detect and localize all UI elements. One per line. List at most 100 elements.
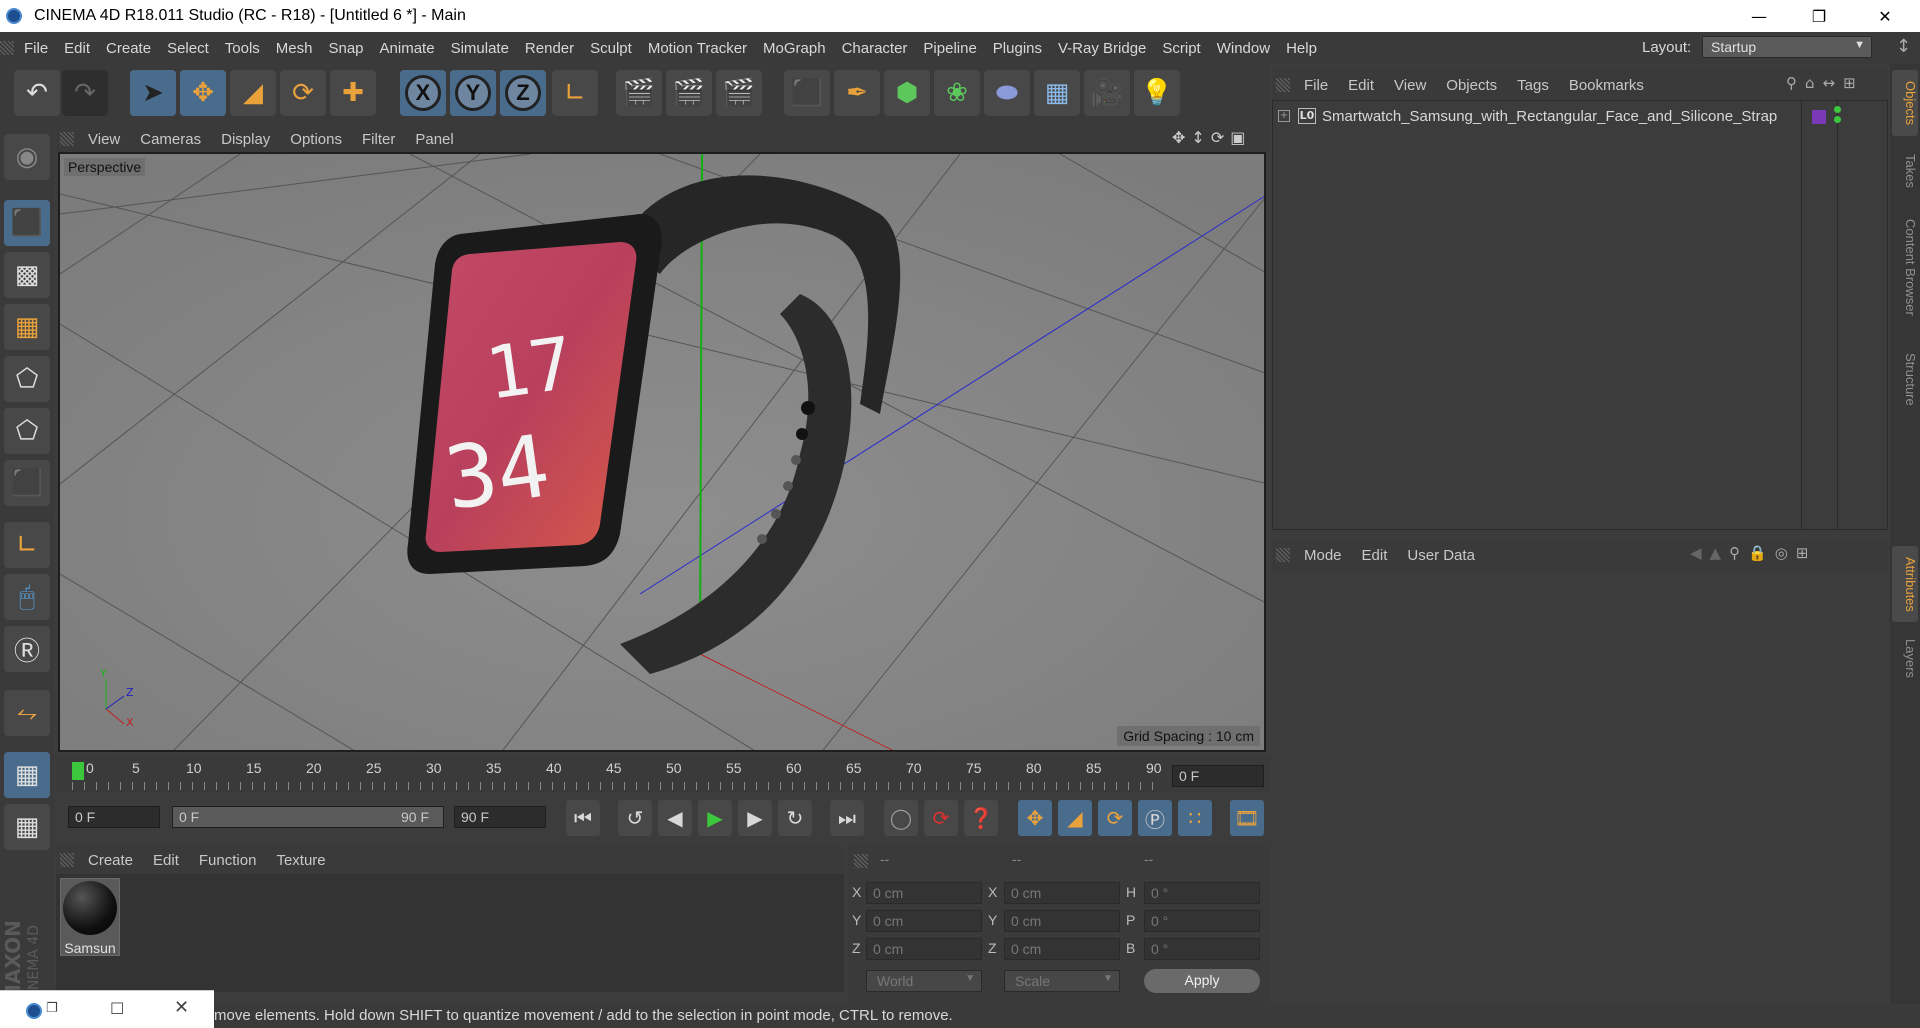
scale-tool-button[interactable]: ◢: [230, 70, 276, 116]
position-z-field[interactable]: 0 cm: [866, 938, 982, 960]
restore-window-icon[interactable]: ❐: [46, 1001, 58, 1016]
new-panel-icon[interactable]: ⊞: [1843, 74, 1864, 92]
menu-tools[interactable]: Tools: [217, 40, 268, 57]
menu-edit[interactable]: Edit: [56, 40, 98, 57]
coordinate-mode-dropdown[interactable]: Scale ▼: [1004, 970, 1120, 992]
size-x-field[interactable]: 0 cm: [1004, 882, 1120, 904]
menu-help[interactable]: Help: [1278, 40, 1325, 57]
go-to-start-button[interactable]: ⏮: [566, 800, 600, 836]
floor-button[interactable]: ▦: [1034, 70, 1080, 116]
solo-button[interactable]: Ⓡ: [4, 626, 50, 672]
go-to-end-button[interactable]: ⏭: [830, 800, 864, 836]
position-x-field[interactable]: 0 cm: [866, 882, 982, 904]
om-menu-objects[interactable]: Objects: [1436, 77, 1507, 94]
playhead-marker[interactable]: [72, 762, 84, 780]
viewport-menu-view[interactable]: View: [78, 131, 130, 148]
menu-create[interactable]: Create: [98, 40, 159, 57]
undo-button[interactable]: ↶: [14, 70, 60, 116]
new-panel-icon[interactable]: ⊞: [1796, 544, 1817, 562]
selection-tool-button[interactable]: ➤: [130, 70, 176, 116]
minimize-button[interactable]: —: [1736, 0, 1782, 32]
x-axis-lock-button[interactable]: X: [400, 70, 446, 116]
menu-simulate[interactable]: Simulate: [443, 40, 517, 57]
record-point-level-button[interactable]: ∷: [1178, 800, 1212, 836]
material-menu-function[interactable]: Function: [189, 852, 267, 869]
start-frame-field[interactable]: 0 F: [68, 806, 160, 828]
lock-icon[interactable]: 🔒: [1748, 544, 1775, 562]
search-icon[interactable]: ⚲: [1729, 544, 1748, 562]
pen-spline-button[interactable]: ✒: [834, 70, 880, 116]
transform-tool-button[interactable]: ✚: [330, 70, 376, 116]
menu-motion-tracker[interactable]: Motion Tracker: [640, 40, 755, 57]
current-frame-field[interactable]: 0 F: [1172, 765, 1264, 787]
subdivision-surface-button[interactable]: ⬢: [884, 70, 930, 116]
position-y-field[interactable]: 0 cm: [866, 910, 982, 932]
menu-file[interactable]: File: [16, 40, 56, 57]
record-scale-button[interactable]: ◢: [1058, 800, 1092, 836]
viewport-menu-cameras[interactable]: Cameras: [130, 131, 211, 148]
z-axis-lock-button[interactable]: Z: [500, 70, 546, 116]
redo-button[interactable]: ↷: [62, 70, 108, 116]
size-y-field[interactable]: 0 cm: [1004, 910, 1120, 932]
menu-snap[interactable]: Snap: [320, 40, 371, 57]
layer-color-swatch[interactable]: [1812, 110, 1826, 124]
menu-animate[interactable]: Animate: [372, 40, 443, 57]
next-frame-button[interactable]: ▶: [738, 800, 772, 836]
restore-button[interactable]: ❐: [1796, 0, 1842, 32]
deformer-button[interactable]: ⬬: [984, 70, 1030, 116]
back-arrow-icon[interactable]: ◀: [1690, 544, 1710, 562]
model-mode-button[interactable]: ⬛: [4, 200, 50, 246]
object-name[interactable]: Smartwatch_Samsung_with_Rectangular_Face…: [1322, 108, 1777, 125]
coordinate-space-dropdown[interactable]: World ▼: [866, 970, 982, 992]
layout-options-icon[interactable]: ↕: [1896, 36, 1916, 60]
up-arrow-icon[interactable]: ▲: [1710, 544, 1730, 562]
texture-mode-button[interactable]: ▩: [4, 252, 50, 298]
previous-frame-button[interactable]: ◀: [658, 800, 692, 836]
render-picture-viewer-button[interactable]: 🎬: [666, 70, 712, 116]
tab-structure[interactable]: Structure: [1892, 344, 1918, 414]
attr-menu-user-data[interactable]: User Data: [1397, 547, 1485, 564]
record-parameter-button[interactable]: Ⓟ: [1138, 800, 1172, 836]
layout-dropdown[interactable]: Startup ▼: [1702, 36, 1872, 58]
menu-plugins[interactable]: Plugins: [985, 40, 1050, 57]
attr-menu-edit[interactable]: Edit: [1352, 547, 1398, 564]
workplane-mode-button[interactable]: ▦: [4, 304, 50, 350]
close-window-icon[interactable]: ✕: [174, 997, 189, 1018]
tweak-mode-button[interactable]: 🖱: [4, 574, 50, 620]
dolly-icon[interactable]: ↕: [1191, 128, 1210, 147]
rotate-tool-button[interactable]: ⟳: [280, 70, 326, 116]
cube-primitive-button[interactable]: ⬛: [784, 70, 830, 116]
menu-render[interactable]: Render: [517, 40, 582, 57]
end-frame-field[interactable]: 90 F: [454, 806, 546, 828]
material-menu-create[interactable]: Create: [78, 852, 143, 869]
viewport-menu-filter[interactable]: Filter: [352, 131, 405, 148]
coordinate-system-button[interactable]: ∟: [552, 70, 598, 116]
menu-window[interactable]: Window: [1209, 40, 1278, 57]
material-menu-edit[interactable]: Edit: [143, 852, 189, 869]
perspective-viewport[interactable]: 17 34 Y X Z Perspective Grid Spacing : 1…: [58, 152, 1266, 752]
editor-visibility-dot[interactable]: [1834, 106, 1841, 113]
menu-sculpt[interactable]: Sculpt: [582, 40, 640, 57]
timeline-window-button[interactable]: 🎞: [1230, 800, 1264, 836]
keyframe-selection-button[interactable]: ❓: [964, 800, 998, 836]
material-menu-texture[interactable]: Texture: [266, 852, 335, 869]
render-settings-button[interactable]: 🎬: [716, 70, 762, 116]
tab-attributes[interactable]: Attributes: [1892, 546, 1918, 622]
camera-button[interactable]: 🎥: [1084, 70, 1130, 116]
minimized-window[interactable]: ❐ ☐ ✕: [0, 990, 214, 1028]
maximize-view-icon[interactable]: ▣: [1230, 128, 1251, 147]
previous-key-button[interactable]: ↺: [618, 800, 652, 836]
viewport-menu-panel[interactable]: Panel: [405, 131, 463, 148]
menu-vray-bridge[interactable]: V-Ray Bridge: [1050, 40, 1154, 57]
om-menu-view[interactable]: View: [1384, 77, 1436, 94]
size-z-field[interactable]: 0 cm: [1004, 938, 1120, 960]
rotation-h-field[interactable]: 0 °: [1144, 882, 1260, 904]
orbit-icon[interactable]: ⟳: [1211, 128, 1230, 147]
frame-range-slider[interactable]: 0 F 90 F: [172, 806, 444, 828]
om-menu-tags[interactable]: Tags: [1507, 77, 1559, 94]
close-button[interactable]: ✕: [1862, 0, 1908, 32]
light-button[interactable]: 💡: [1134, 70, 1180, 116]
menu-mograph[interactable]: MoGraph: [755, 40, 834, 57]
menu-mesh[interactable]: Mesh: [268, 40, 321, 57]
y-axis-lock-button[interactable]: Y: [450, 70, 496, 116]
